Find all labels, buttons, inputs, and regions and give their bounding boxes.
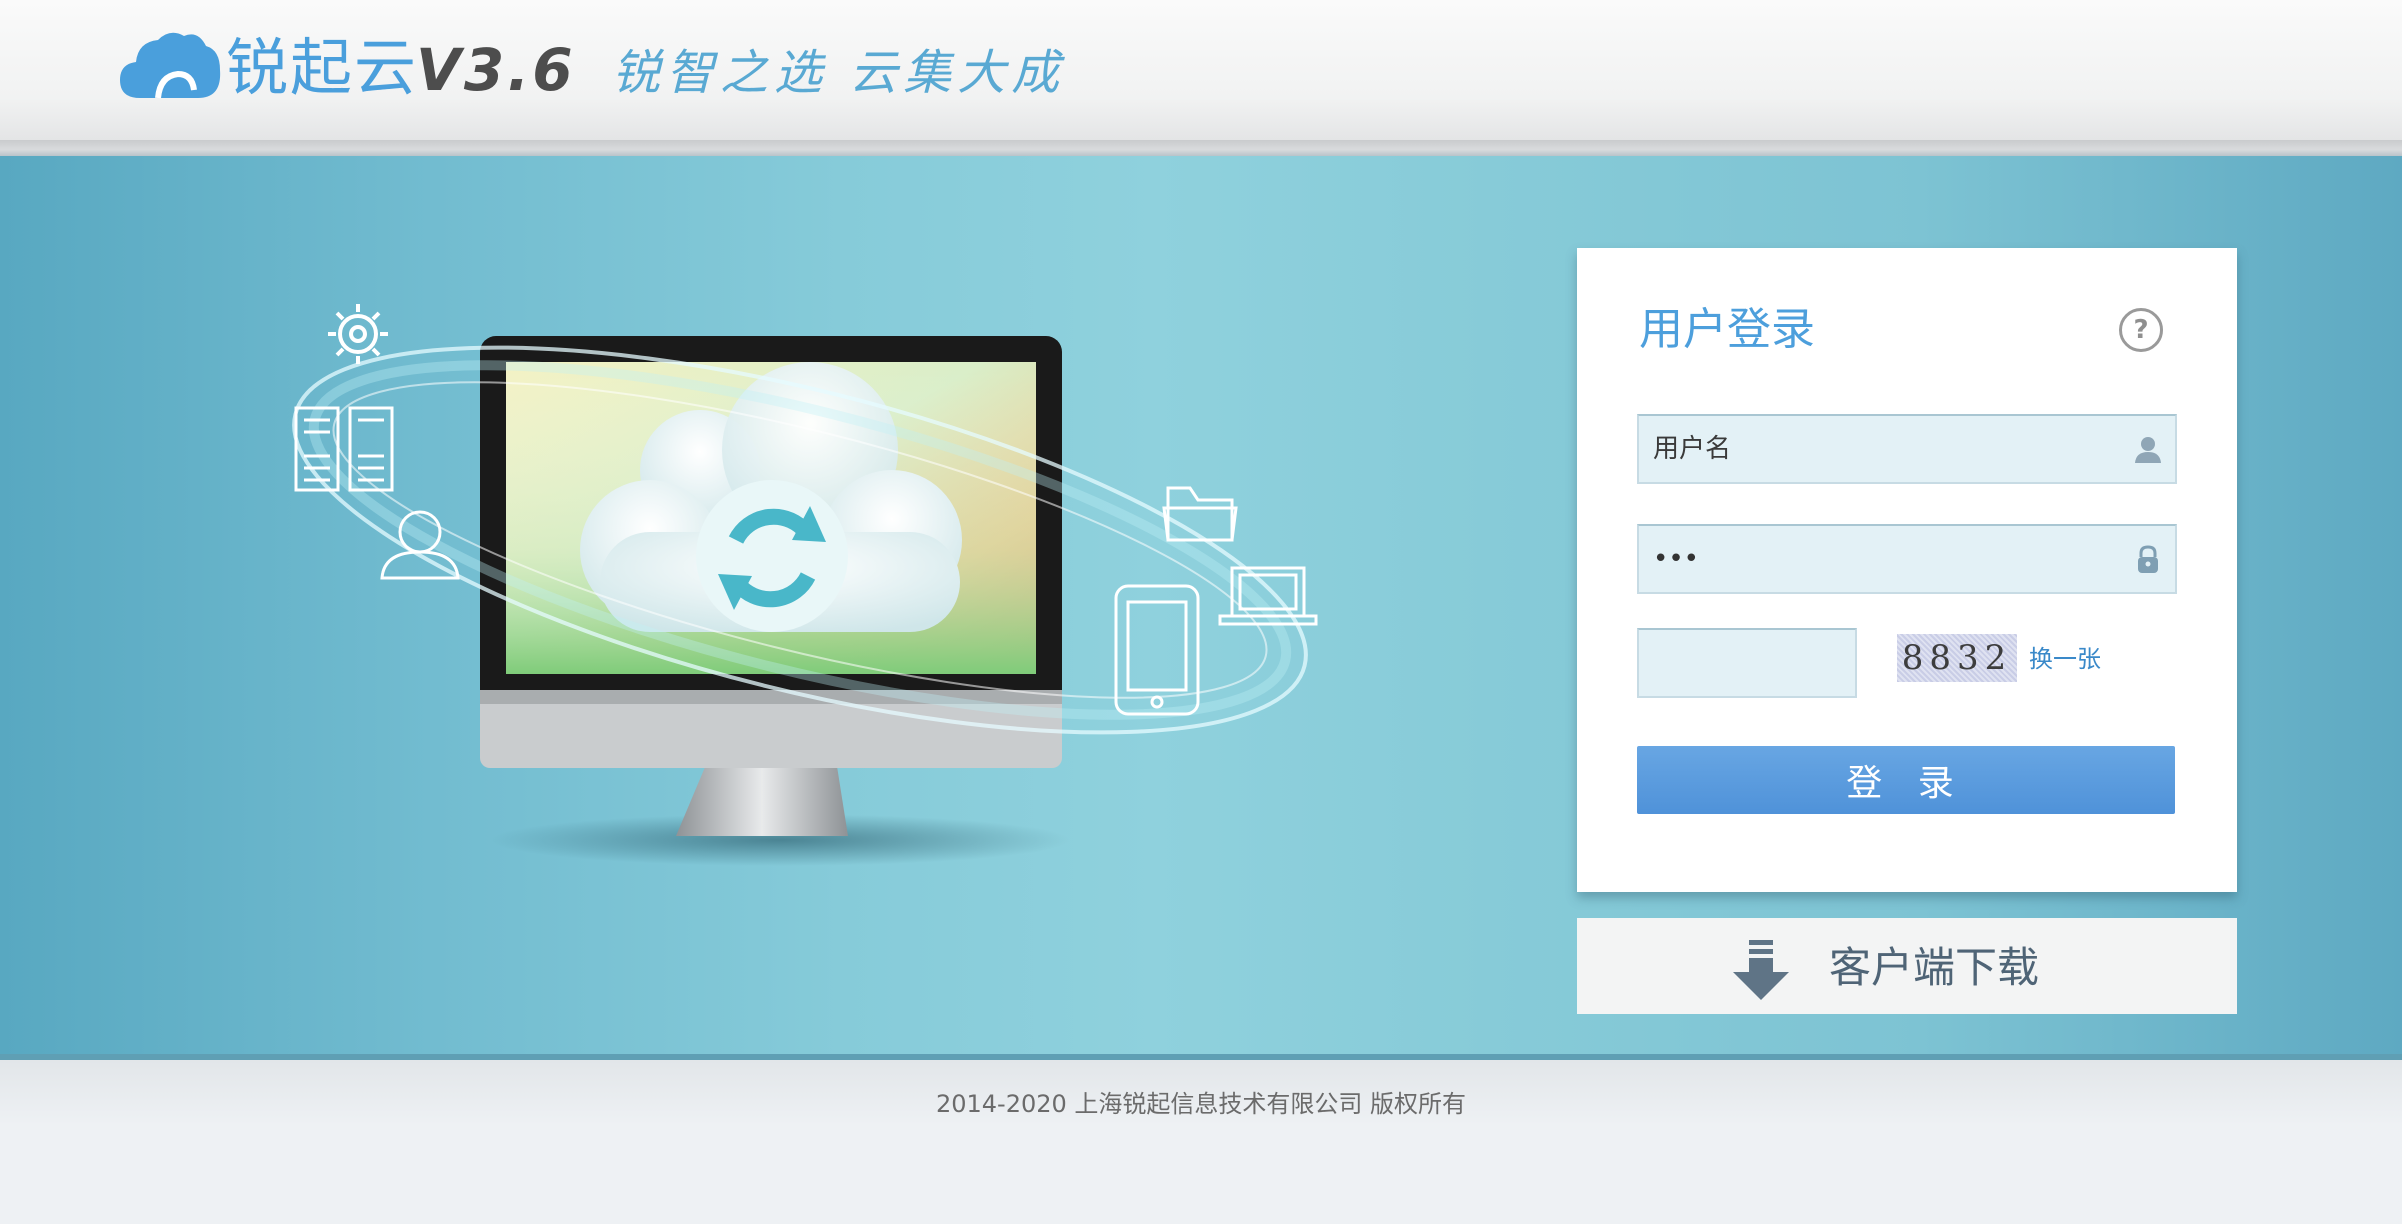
footer [0, 1060, 2402, 1224]
login-card: 用户登录 ? 8832 换一张 登 录 [1577, 248, 2237, 892]
slogan: 锐智之选 云集大成 [612, 45, 1066, 101]
top-header: 锐起云 V3.6 锐智之选 云集大成 [0, 0, 2402, 140]
header-divider [0, 140, 2402, 156]
password-field [1637, 524, 2177, 594]
password-input[interactable] [1639, 526, 2113, 592]
cloud-logo-icon [120, 32, 221, 99]
version-label: V3.6 [416, 36, 576, 104]
client-download-button[interactable]: 客户端下载 [1577, 918, 2237, 1014]
brand-name: 锐起云 [226, 31, 419, 104]
user-icon [2135, 437, 2161, 463]
captcha-image[interactable]: 8832 [1897, 634, 2017, 682]
login-button[interactable]: 登 录 [1637, 746, 2175, 814]
captcha-refresh-link[interactable]: 换一张 [2029, 642, 2101, 676]
captcha-input[interactable] [1639, 630, 1855, 696]
download-arrow-icon [1733, 940, 1789, 1000]
username-field [1637, 414, 2177, 484]
question-circle-icon[interactable]: ? [2119, 308, 2163, 352]
username-input[interactable] [1639, 416, 2113, 482]
cloud-monitor-illustration [292, 304, 1318, 866]
lock-icon [2138, 545, 2158, 573]
download-label: 客户端下载 [1829, 943, 2040, 992]
captcha-field [1637, 628, 1857, 698]
login-title: 用户登录 [1639, 304, 1815, 355]
copyright-text: 2014-2020 上海锐起信息技术有限公司 版权所有 [935, 1090, 1467, 1118]
